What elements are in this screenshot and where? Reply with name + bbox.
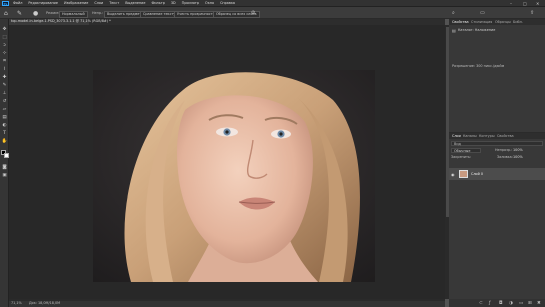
layers-footer: ⊂ ƒ ◘ ◑ ▭ ⊞ ✖ bbox=[449, 299, 545, 307]
layer-thumbnail bbox=[459, 170, 468, 178]
eraser-tool-icon[interactable]: ▱ bbox=[2, 107, 8, 112]
menu-view[interactable]: Просмотр bbox=[182, 1, 199, 5]
portrait-illustration bbox=[93, 70, 375, 282]
properties-item-1: Каталог: Наложение bbox=[458, 27, 496, 32]
layer-filter-input[interactable]: Вид bbox=[451, 141, 543, 146]
fill-value[interactable]: 100% bbox=[513, 155, 523, 159]
tab-channels[interactable]: Каналы bbox=[463, 134, 477, 138]
menu-type[interactable]: Текст bbox=[109, 1, 119, 5]
menu-3d[interactable]: 3D bbox=[171, 1, 176, 5]
search-icon[interactable]: ⌕ bbox=[452, 10, 455, 16]
tab-libraries[interactable]: Библ. bbox=[513, 20, 523, 24]
adjustment-layer-icon[interactable]: ◑ bbox=[509, 301, 513, 306]
share-icon[interactable]: ⇪ bbox=[530, 10, 534, 16]
menu-edit[interactable]: Редактирование bbox=[28, 1, 58, 5]
photoshop-logo: Ps bbox=[2, 1, 9, 6]
lock-label: Закрепить: bbox=[451, 155, 472, 159]
menu-bar: Ps Файл Редактирование Изображение Слои … bbox=[0, 0, 545, 7]
dodge-tool-icon[interactable]: ◐ bbox=[2, 123, 8, 128]
properties-item-2: Разрешение: 300 пикс./дюйм bbox=[452, 64, 505, 68]
menu-image[interactable]: Изображение bbox=[64, 1, 88, 5]
healing-brush-tool-icon[interactable]: ✚ bbox=[2, 75, 8, 80]
menu-file[interactable]: Файл bbox=[13, 1, 22, 5]
screen-mode-icon[interactable]: ▣ bbox=[2, 173, 8, 178]
visibility-eye-icon[interactable]: ◉ bbox=[451, 172, 455, 177]
layer-mask-icon[interactable]: ◘ bbox=[499, 301, 503, 306]
link-layers-icon[interactable]: ⊂ bbox=[479, 301, 483, 306]
menu-layers[interactable]: Слои bbox=[94, 1, 103, 5]
fill-label: Заливка: bbox=[497, 155, 513, 159]
layer-style-icon[interactable]: ƒ bbox=[489, 301, 491, 306]
layer-opacity-label: Непрозр.: bbox=[495, 148, 513, 152]
mode-label: Режим: bbox=[46, 10, 60, 15]
tab-swatches[interactable]: Образцы bbox=[495, 20, 511, 24]
pressure-icon[interactable]: ⊘ bbox=[251, 10, 255, 16]
layer-name[interactable]: Слой 0 bbox=[471, 172, 483, 176]
hand-tool-icon[interactable]: ✋ bbox=[2, 139, 8, 144]
move-tool-icon[interactable]: ✥ bbox=[2, 27, 8, 32]
eyedropper-tool-icon[interactable]: ⌇ bbox=[2, 67, 8, 72]
select-subject-button[interactable]: Выделить предмет bbox=[104, 10, 145, 18]
main-menu: Файл Редактирование Изображение Слои Тек… bbox=[13, 1, 235, 5]
history-brush-tool-icon[interactable]: ↺ bbox=[2, 99, 8, 104]
menu-select[interactable]: Выделение bbox=[125, 1, 145, 5]
properties-panel-tabs: Свойства Стилизация Образцы Библ. bbox=[449, 19, 545, 25]
menu-filter[interactable]: Фильтр bbox=[151, 1, 164, 5]
quick-select-tool-icon[interactable]: ⊹ bbox=[2, 51, 8, 56]
tools-panel: ✥ ⬚ ↄ ⊹ ⌗ ⌇ ✚ ✎ ⊥ ↺ ▱ ▤ ◐ T ✋ ◙ ▣ bbox=[0, 19, 9, 307]
canvas-area[interactable] bbox=[9, 25, 445, 299]
tab-paths[interactable]: Контуры bbox=[479, 134, 495, 138]
layer-row[interactable]: ◉ Слой 0 bbox=[449, 168, 545, 180]
delete-layer-icon[interactable]: ✖ bbox=[537, 301, 541, 306]
close-button[interactable]: ✕ bbox=[536, 1, 539, 6]
portrait-image[interactable] bbox=[93, 70, 375, 282]
crop-tool-icon[interactable]: ⌗ bbox=[2, 59, 8, 64]
menu-help[interactable]: Справка bbox=[220, 1, 235, 5]
maximize-button[interactable]: □ bbox=[523, 1, 527, 6]
transparency-toggle[interactable]: Учесть прозрачность bbox=[174, 10, 218, 18]
marquee-tool-icon[interactable]: ⬚ bbox=[2, 35, 8, 40]
layers-panel: Слои Каналы Контуры Свойства Вид Обычные… bbox=[449, 133, 545, 307]
document-size: Док: 18,0M/18,0M bbox=[29, 301, 61, 306]
lasso-tool-icon[interactable]: ↄ bbox=[2, 43, 8, 48]
home-icon[interactable]: ⌂ bbox=[4, 10, 8, 17]
tab-layers[interactable]: Слои bbox=[452, 134, 461, 138]
brush-tool-icon[interactable]: ✎ bbox=[2, 83, 8, 88]
minimize-button[interactable]: – bbox=[510, 1, 512, 6]
brush-tool-icon[interactable]: ✎ bbox=[17, 10, 22, 17]
quick-mask-icon[interactable]: ◙ bbox=[2, 165, 8, 170]
tab-properties[interactable]: Свойства bbox=[452, 20, 469, 24]
tab-styles[interactable]: Стилизация bbox=[471, 20, 492, 24]
properties-panel: Свойства Стилизация Образцы Библ. ▤ Ката… bbox=[449, 19, 545, 132]
brush-preset-icon[interactable]: ● bbox=[33, 10, 38, 17]
layers-panel-tabs: Слои Каналы Контуры Свойства bbox=[449, 133, 545, 139]
type-tool-icon[interactable]: T bbox=[2, 131, 8, 136]
gradient-tool-icon[interactable]: ▤ bbox=[2, 115, 8, 120]
status-bar: 71,1% Док: 18,0M/18,0M bbox=[9, 301, 445, 307]
document-icon: ▤ bbox=[452, 28, 456, 33]
mode-select[interactable]: Нормальный bbox=[59, 10, 88, 18]
new-layer-icon[interactable]: ⊞ bbox=[528, 301, 532, 306]
menu-window[interactable]: Окно bbox=[205, 1, 214, 5]
options-bar: ⌂ ✎ ● Режим: Нормальный Непр.: Выделить … bbox=[0, 7, 545, 19]
layer-opacity-value[interactable]: 100% bbox=[513, 148, 523, 152]
workspace-icon[interactable]: ▭ bbox=[480, 10, 485, 16]
zoom-level[interactable]: 71,1% bbox=[11, 301, 22, 305]
blend-mode-select[interactable]: Обычные bbox=[451, 148, 481, 153]
group-icon[interactable]: ▭ bbox=[519, 301, 523, 306]
opacity-label: Непр.: bbox=[92, 10, 104, 15]
background-color-swatch[interactable] bbox=[3, 152, 9, 158]
clone-stamp-tool-icon[interactable]: ⊥ bbox=[2, 91, 8, 96]
tab-layer-properties[interactable]: Свойства bbox=[497, 134, 514, 138]
